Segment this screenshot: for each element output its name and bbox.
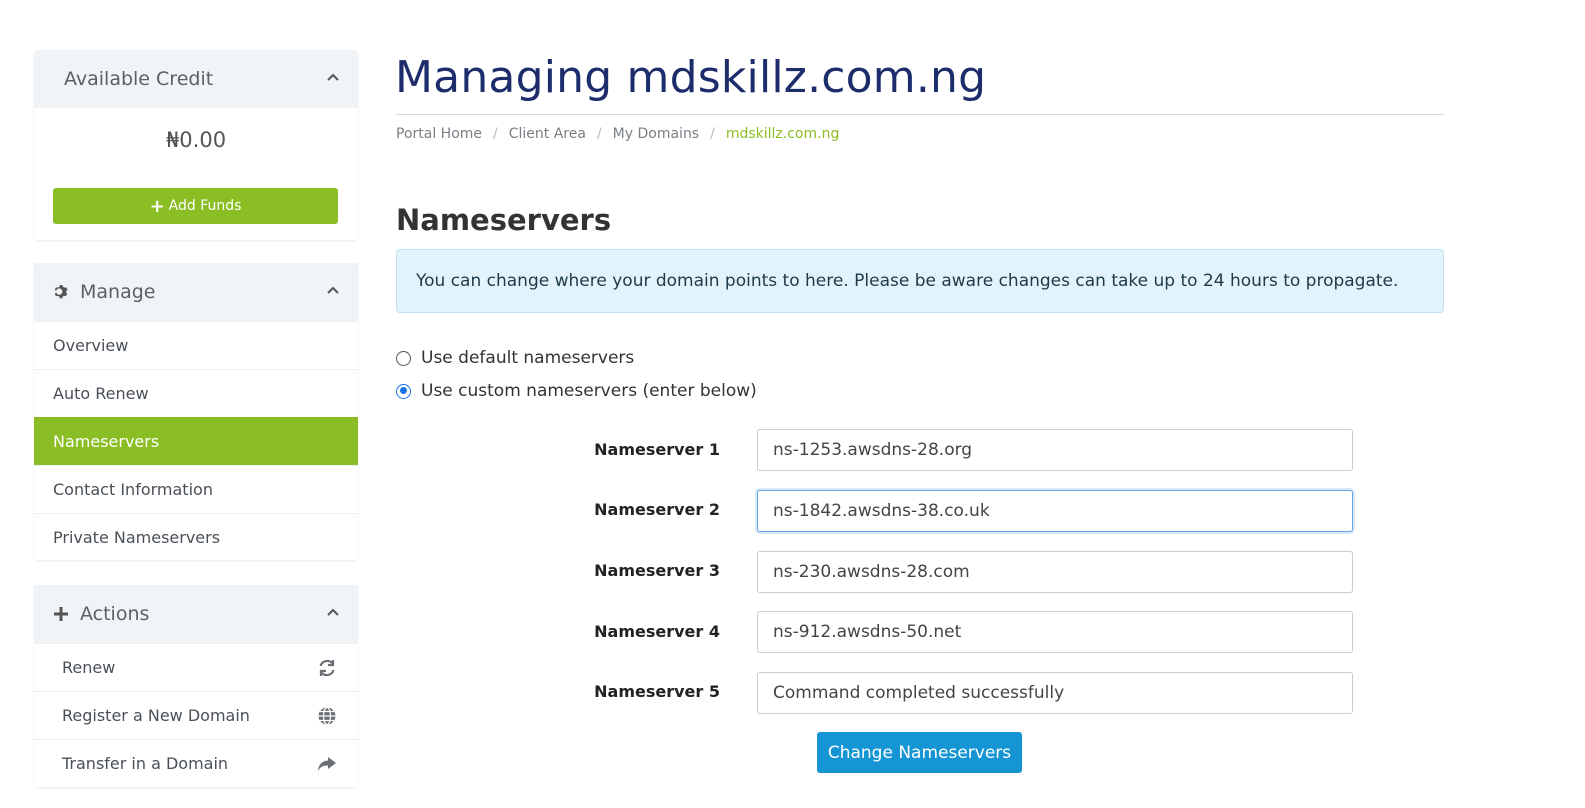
breadcrumb-separator: / [710,126,715,142]
action-renew[interactable]: Renew [34,643,358,691]
breadcrumb-portal-home[interactable]: Portal Home [396,126,482,142]
nameserver-5-label: Nameserver 5 [594,682,720,701]
add-funds-label: Add Funds [168,198,242,214]
nameserver-4-label: Nameserver 4 [594,622,720,641]
action-register-domain[interactable]: Register a New Domain [34,691,358,739]
breadcrumb-separator: / [493,126,498,142]
plus-icon [54,607,68,621]
credit-panel-header[interactable]: Available Credit [34,50,358,108]
nameserver-3-input[interactable]: ns-230.awsdns-28.com [757,551,1353,593]
action-transfer-domain[interactable]: Transfer in a Domain [34,739,358,787]
plus-icon: + [149,195,165,217]
add-funds-button[interactable]: + Add Funds [53,188,338,224]
section-title: Nameservers [396,203,612,237]
nameserver-2-input[interactable]: ns-1842.awsdns-38.co.uk [757,490,1353,532]
sidebar-item-auto-renew[interactable]: Auto Renew [34,369,358,417]
credit-panel-title: Available Credit [64,68,214,90]
sidebar-item-contact-information[interactable]: Contact Information [34,465,358,513]
action-transfer-domain-label: Transfer in a Domain [62,754,229,773]
gear-icon [54,285,68,299]
manage-panel: Manage Overview Auto Renew Nameservers C… [34,263,358,560]
share-arrow-icon [318,757,336,771]
custom-nameservers-label: Use custom nameservers (enter below) [421,381,757,401]
sidebar-item-private-nameservers[interactable]: Private Nameservers [34,513,358,561]
refresh-icon [319,659,335,677]
chevron-up-icon[interactable] [326,283,340,297]
change-nameservers-label: Change Nameservers [827,742,1012,763]
globe-icon [318,706,336,726]
default-nameservers-radio[interactable] [396,350,411,366]
breadcrumb-client-area[interactable]: Client Area [509,126,586,142]
custom-nameservers-option[interactable]: Use custom nameservers (enter below) [396,381,757,401]
page-title: Managing mdskillz.com.ng [395,52,987,103]
default-nameservers-option[interactable]: Use default nameservers [396,348,634,368]
sidebar-item-overview[interactable]: Overview [34,321,358,369]
actions-panel-title: Actions [80,603,150,625]
breadcrumb: Portal Home / Client Area / My Domains /… [396,126,839,142]
title-divider [396,114,1444,115]
nameserver-2-label: Nameserver 2 [594,500,720,519]
actions-panel: Actions Renew Register a New Domain Tran… [34,585,358,787]
manage-panel-title: Manage [80,281,156,303]
nameserver-1-label: Nameserver 1 [594,440,720,459]
manage-panel-header[interactable]: Manage [34,263,358,321]
credit-panel: Available Credit ₦0.00 + Add Funds [34,50,358,240]
credit-amount: ₦0.00 [165,128,227,152]
custom-nameservers-radio[interactable] [396,383,411,399]
action-register-domain-label: Register a New Domain [62,706,250,725]
nameserver-4-input[interactable]: ns-912.awsdns-50.net [757,611,1353,653]
breadcrumb-current: mdskillz.com.ng [725,126,840,142]
info-alert-text: You can change where your domain points … [416,271,1399,291]
actions-panel-header[interactable]: Actions [34,585,358,643]
breadcrumb-separator: / [596,126,602,142]
nameserver-5-input[interactable]: Command completed successfully [757,672,1353,714]
default-nameservers-label: Use default nameservers [421,348,635,368]
chevron-up-icon[interactable] [326,605,340,619]
nameserver-3-label: Nameserver 3 [594,561,720,580]
change-nameservers-button[interactable]: Change Nameservers [817,732,1022,773]
nameserver-1-input[interactable]: ns-1253.awsdns-28.org [757,429,1353,471]
breadcrumb-my-domains[interactable]: My Domains [613,126,699,142]
info-alert: You can change where your domain points … [396,249,1444,313]
sidebar-item-nameservers[interactable]: Nameservers [34,417,358,465]
action-renew-label: Renew [62,658,116,677]
chevron-up-icon[interactable] [326,70,340,84]
